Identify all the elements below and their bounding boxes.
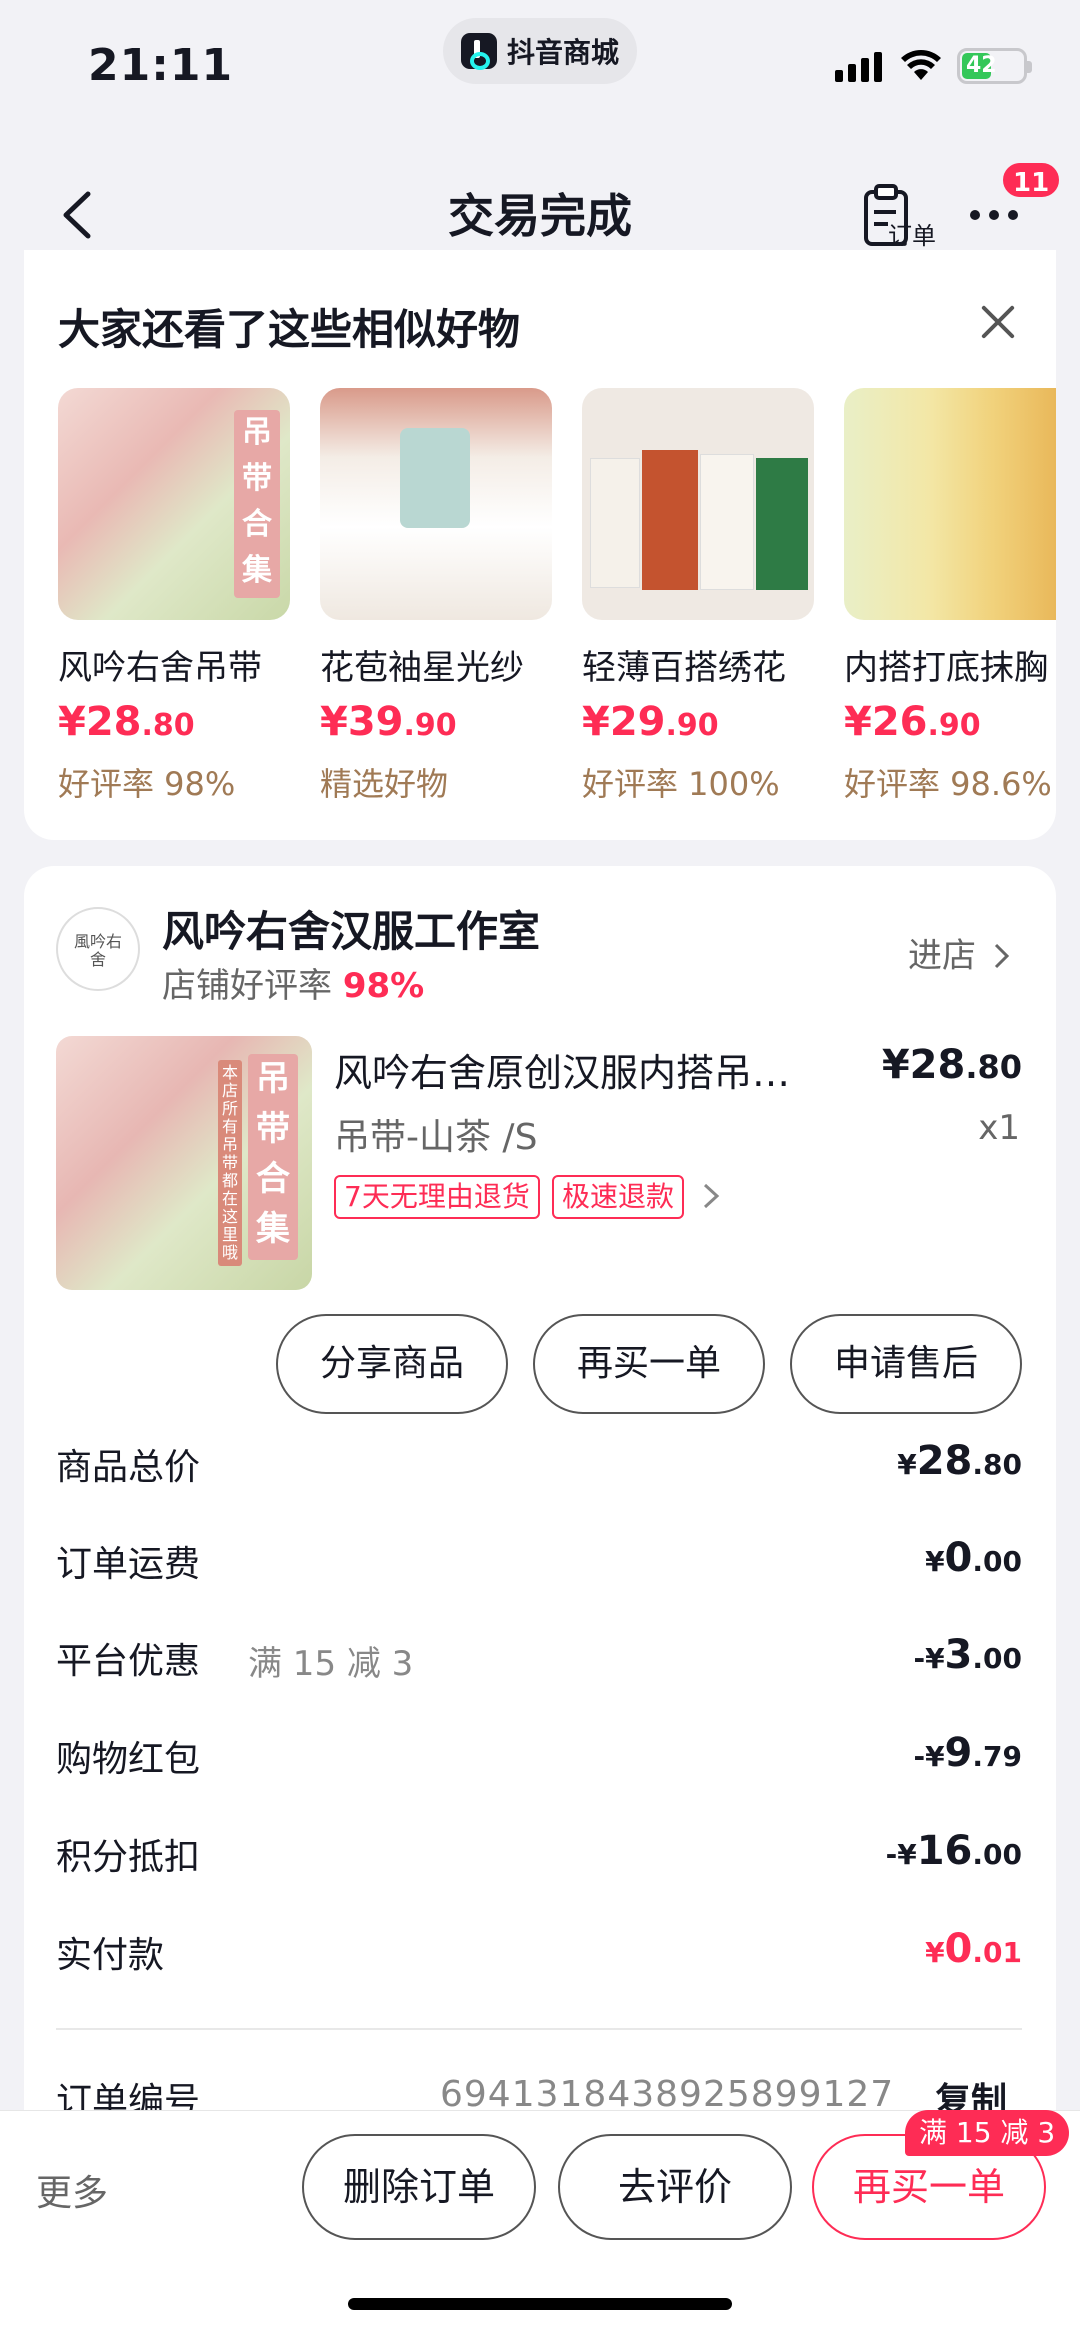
after-sales-button[interactable]: 申请售后: [790, 1314, 1022, 1414]
fee-row-paid: 实付款 ¥0.01: [56, 1926, 1022, 1976]
product-image-caption: 本店所有吊带都在这里哦: [218, 1060, 242, 1266]
store-avatar[interactable]: 風吟右舍: [56, 907, 140, 991]
product-image[interactable]: 吊带合集 本店所有吊带都在这里哦: [56, 1036, 312, 1290]
fee-row-platform-discount: 平台优惠 满 15 减 3 -¥3.00: [56, 1632, 1022, 1684]
rec-item-price: ¥29.90: [582, 699, 719, 745]
app-pill-label: 抖音商城: [506, 36, 619, 69]
rec-item[interactable]: 花苞袖星光纱 ¥39.90 精选好物: [320, 388, 552, 805]
promo-badge: 满 15 减 3: [905, 2110, 1070, 2156]
rec-item-name: 内搭打底抹胸: [844, 648, 1048, 688]
delete-order-button[interactable]: 删除订单: [302, 2134, 536, 2240]
rec-item-name: 风吟右舍吊带: [58, 648, 262, 688]
rec-item[interactable]: 吊带合集 风吟右舍吊带 ¥28.80 好评率 98%: [58, 388, 290, 805]
more-menu-icon[interactable]: [970, 200, 1030, 230]
product-image-overlay: 吊带合集: [248, 1054, 298, 1260]
fee-row-red-packet: 购物红包 -¥9.79: [56, 1730, 1022, 1780]
chevron-right-icon: [994, 943, 1009, 969]
rec-item-rating: 好评率 100%: [582, 765, 780, 803]
more-button[interactable]: 更多: [36, 2164, 108, 2216]
rec-item[interactable]: 轻薄百搭绣花 ¥29.90 好评率 100%: [582, 388, 814, 805]
product-price: ¥28.80: [881, 1042, 1022, 1088]
battery-icon: 42: [957, 48, 1032, 84]
store-rating: 店铺好评率 98%: [162, 966, 425, 1006]
signal-icon: [835, 50, 882, 82]
share-product-button[interactable]: 分享商品: [276, 1314, 508, 1414]
rec-item-image: [320, 388, 552, 620]
tag-fast-refund[interactable]: 极速退款: [552, 1175, 685, 1219]
home-indicator: [348, 2298, 732, 2310]
recommendation-title: 大家还看了这些相似好物: [58, 305, 521, 354]
rec-item-price: ¥26.90: [844, 699, 981, 745]
buy-again-button[interactable]: 再买一单: [533, 1314, 765, 1414]
divider: [56, 2028, 1022, 2030]
wifi-icon: [901, 50, 941, 80]
rec-item-image: [844, 388, 1056, 620]
rec-item-rating: 好评率 98%: [58, 765, 236, 803]
product-title[interactable]: 风吟右舍原创汉服内搭吊…: [334, 1042, 824, 1097]
rec-item-image: [582, 388, 814, 620]
product-spec: 吊带-山茶 /S: [334, 1117, 538, 1158]
douyin-mall-pill[interactable]: 抖音商城: [443, 18, 637, 84]
chevron-right-icon[interactable]: [700, 1182, 722, 1210]
rec-item-name: 轻薄百搭绣花: [582, 648, 786, 688]
rec-item-rating: 好评率 98.6%: [844, 765, 1052, 803]
rec-item[interactable]: 内搭打底抹胸 ¥26.90 好评率 98.6%: [844, 388, 1056, 805]
douyin-logo-icon: [460, 33, 497, 70]
fee-row-points: 积分抵扣 -¥16.00: [56, 1828, 1022, 1878]
rec-item-image: 吊带合集: [58, 388, 290, 620]
store-name[interactable]: 风吟右舍汉服工作室: [162, 898, 540, 959]
close-icon[interactable]: [976, 300, 1020, 344]
enter-store-link[interactable]: 进店: [908, 928, 1011, 977]
fee-row-shipping: 订单运费 ¥0.00: [56, 1535, 1022, 1585]
notification-badge: 11: [1000, 160, 1063, 200]
rec-item-name: 花苞袖星光纱: [320, 648, 524, 688]
rec-item-overlay: 吊带合集: [234, 410, 280, 598]
status-time: 21:11: [88, 40, 234, 91]
product-quantity: x1: [978, 1108, 1020, 1148]
order-number: 6941318438925899127: [440, 2074, 895, 2115]
rec-item-price: ¥39.90: [320, 699, 457, 745]
review-button[interactable]: 去评价: [558, 2134, 792, 2240]
order-label[interactable]: 订单: [888, 216, 936, 251]
battery-level: 42: [962, 53, 997, 79]
fee-row-total: 商品总价 ¥28.80: [56, 1438, 1022, 1488]
rec-item-price: ¥28.80: [58, 699, 195, 745]
tag-return-policy[interactable]: 7天无理由退货: [334, 1175, 540, 1219]
rec-item-rating: 精选好物: [320, 765, 449, 803]
